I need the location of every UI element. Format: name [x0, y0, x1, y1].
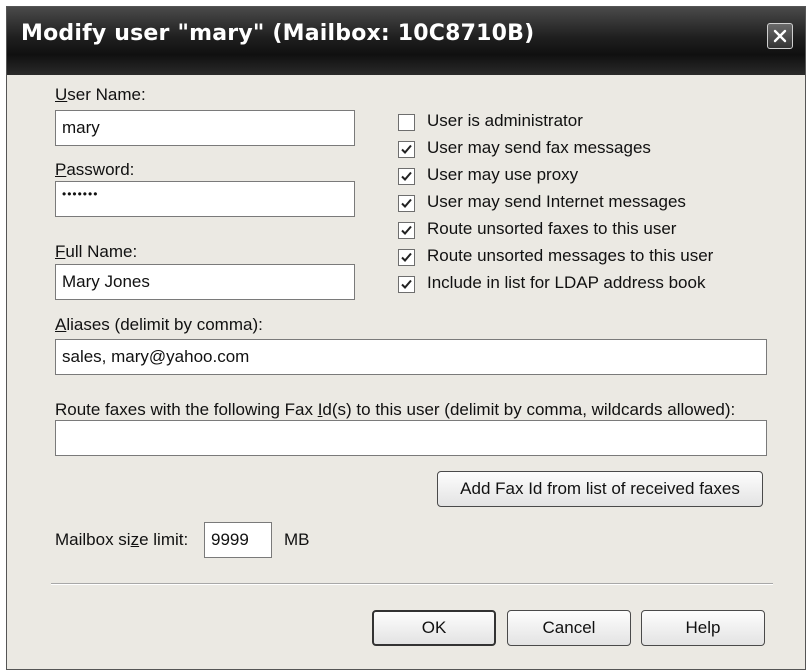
- dialog-title: Modify user "mary" (Mailbox: 10C8710B): [21, 21, 535, 46]
- checkbox-administrator[interactable]: [398, 114, 415, 131]
- help-button[interactable]: Help: [641, 610, 765, 646]
- aliases-label: Aliases (delimit by comma):: [55, 315, 263, 334]
- option-label-ldap[interactable]: Include in list for LDAP address book: [427, 273, 705, 293]
- close-button[interactable]: [767, 23, 793, 49]
- cancel-button[interactable]: Cancel: [507, 610, 631, 646]
- user-name-field[interactable]: mary: [55, 110, 355, 146]
- checkmark-icon: [401, 198, 412, 208]
- checkmark-icon: [401, 225, 412, 235]
- aliases-field[interactable]: sales, mary@yahoo.com: [55, 339, 767, 375]
- full-name-field[interactable]: Mary Jones: [55, 264, 355, 300]
- option-label-administrator[interactable]: User is administrator: [427, 111, 583, 131]
- modify-user-dialog: Modify user "mary" (Mailbox: 10C8710B) U…: [6, 6, 806, 670]
- password-label: Password:: [55, 160, 135, 179]
- checkbox-route-messages[interactable]: [398, 249, 415, 266]
- user-name-label: User Name:: [55, 85, 146, 104]
- checkmark-icon: [401, 279, 412, 289]
- option-label-use-proxy[interactable]: User may use proxy: [427, 165, 578, 185]
- password-field[interactable]: •••••••: [55, 181, 355, 217]
- checkbox-send-fax[interactable]: [398, 141, 415, 158]
- option-label-send-fax[interactable]: User may send fax messages: [427, 138, 651, 158]
- checkbox-use-proxy[interactable]: [398, 168, 415, 185]
- checkmark-icon: [401, 171, 412, 181]
- mailbox-size-field[interactable]: 9999: [204, 522, 272, 558]
- add-fax-id-button[interactable]: Add Fax Id from list of received faxes: [437, 471, 763, 507]
- ok-button[interactable]: OK: [372, 610, 496, 646]
- fax-ids-field[interactable]: [55, 420, 767, 456]
- checkmark-icon: [401, 144, 412, 154]
- checkmark-icon: [401, 252, 412, 262]
- full-name-label: Full Name:: [55, 242, 138, 261]
- option-label-send-internet[interactable]: User may send Internet messages: [427, 192, 686, 212]
- checkbox-ldap[interactable]: [398, 276, 415, 293]
- fax-ids-label: Route faxes with the following Fax Id(s)…: [55, 400, 736, 419]
- mailbox-size-unit: MB: [284, 530, 310, 549]
- checkbox-send-internet[interactable]: [398, 195, 415, 212]
- checkbox-route-faxes[interactable]: [398, 222, 415, 239]
- title-bar[interactable]: Modify user "mary" (Mailbox: 10C8710B): [7, 7, 805, 75]
- mailbox-size-label: Mailbox size limit:: [55, 530, 189, 549]
- close-icon: [773, 29, 787, 43]
- option-label-route-faxes[interactable]: Route unsorted faxes to this user: [427, 219, 676, 239]
- separator: [51, 583, 773, 585]
- option-label-route-messages[interactable]: Route unsorted messages to this user: [427, 246, 713, 266]
